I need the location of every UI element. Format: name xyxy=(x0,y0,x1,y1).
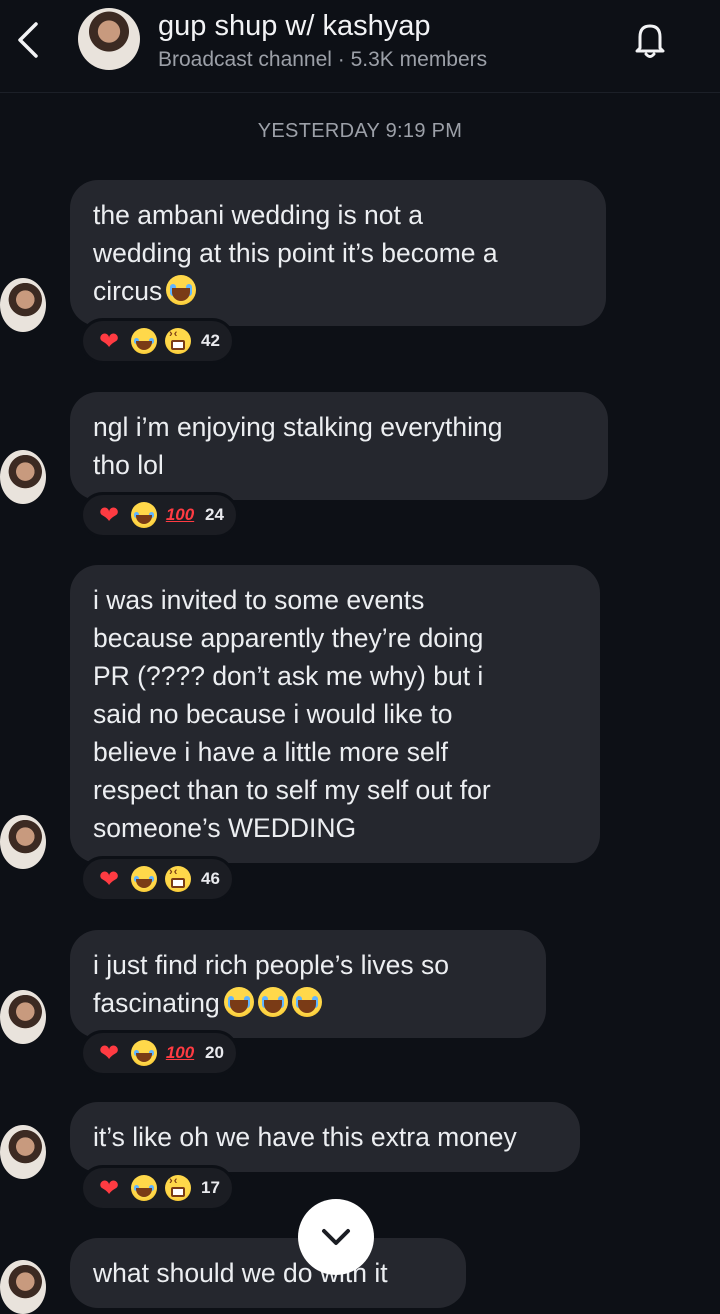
message-text: i was invited to some events because app… xyxy=(93,585,491,843)
face-with-tears-of-joy-icon xyxy=(131,1040,157,1066)
loudly-crying-face-icon xyxy=(257,987,288,1017)
heart-icon: ❤ xyxy=(98,1039,120,1067)
chevron-down-icon xyxy=(322,1229,350,1245)
grinning-squinting-face-icon xyxy=(165,1175,191,1201)
loudly-crying-face-icon xyxy=(166,275,197,305)
message-bubble[interactable]: it’s like oh we have this extra money xyxy=(70,1102,580,1172)
sender-avatar[interactable] xyxy=(0,815,46,869)
reaction-bar[interactable]: ❤ 42 xyxy=(80,318,235,364)
message-bubble[interactable]: i was invited to some events because app… xyxy=(70,565,600,863)
reaction-bar[interactable]: ❤ 17 xyxy=(80,1165,235,1211)
loudly-crying-face-icon xyxy=(291,987,322,1017)
sender-avatar[interactable] xyxy=(0,990,46,1044)
face-with-tears-of-joy-icon xyxy=(131,502,157,528)
scroll-to-bottom-button[interactable] xyxy=(298,1199,374,1275)
reaction-count: 24 xyxy=(205,505,224,524)
message-bubble[interactable]: i just find rich people’s lives so fasci… xyxy=(70,930,546,1038)
channel-avatar[interactable] xyxy=(78,8,140,70)
reaction-bar[interactable]: ❤ 100 20 xyxy=(80,1030,239,1076)
chevron-left-icon[interactable] xyxy=(12,18,44,62)
grinning-squinting-face-icon xyxy=(165,866,191,892)
message-text: it’s like oh we have this extra money xyxy=(93,1122,517,1152)
channel-title[interactable]: gup shup w/ kashyap xyxy=(158,10,430,43)
heart-icon: ❤ xyxy=(98,1174,120,1202)
face-with-tears-of-joy-icon xyxy=(131,1175,157,1201)
face-with-tears-of-joy-icon xyxy=(131,328,157,354)
message-text: ngl i’m enjoying stalking everything tho… xyxy=(93,412,503,480)
sender-avatar[interactable] xyxy=(0,278,46,332)
sender-avatar[interactable] xyxy=(0,450,46,504)
heart-icon: ❤ xyxy=(98,501,120,529)
reaction-count: 46 xyxy=(201,869,220,888)
message-bubble[interactable]: what should we do with it xyxy=(70,1238,466,1308)
reaction-bar[interactable]: ❤ 100 24 xyxy=(80,492,239,538)
reaction-count: 20 xyxy=(205,1043,224,1062)
channel-subtitle: Broadcast channel · 5.3K members xyxy=(158,48,488,71)
sender-avatar[interactable] xyxy=(0,1125,46,1179)
message-bubble[interactable]: the ambani wedding is not a wedding at t… xyxy=(70,180,606,326)
grinning-squinting-face-icon xyxy=(165,328,191,354)
bell-icon[interactable] xyxy=(630,18,670,62)
reaction-bar[interactable]: ❤ 46 xyxy=(80,856,235,902)
message-text: the ambani wedding is not a wedding at t… xyxy=(93,200,498,306)
heart-icon: ❤ xyxy=(98,865,120,893)
heart-icon: ❤ xyxy=(98,327,120,355)
date-separator: YESTERDAY 9:19 PM xyxy=(257,120,463,142)
reaction-count: 42 xyxy=(201,331,220,350)
loudly-crying-face-icon xyxy=(223,987,254,1017)
message-bubble[interactable]: ngl i’m enjoying stalking everything tho… xyxy=(70,392,608,500)
reaction-count: 17 xyxy=(201,1178,220,1197)
face-with-tears-of-joy-icon xyxy=(131,866,157,892)
sender-avatar[interactable] xyxy=(0,1260,46,1314)
hundred-points-icon: 100 xyxy=(165,1043,195,1062)
channel-header: gup shup w/ kashyap Broadcast channel · … xyxy=(0,0,720,93)
hundred-points-icon: 100 xyxy=(165,505,195,524)
